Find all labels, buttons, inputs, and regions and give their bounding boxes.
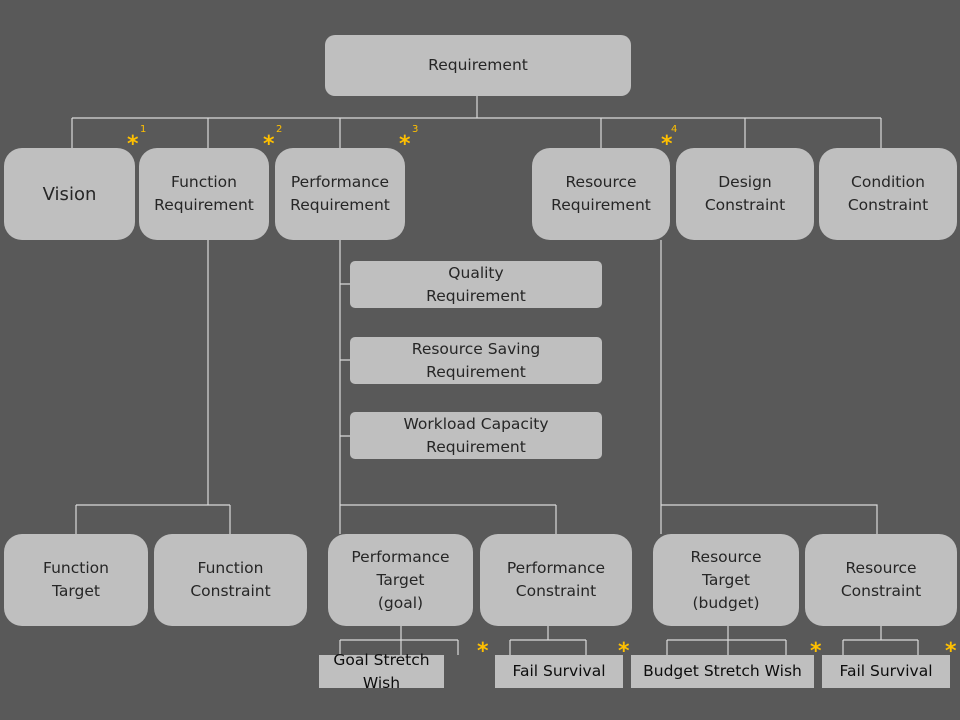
performance-requirement-node: Performance Requirement: [275, 148, 405, 240]
fail-survival-resource-node: Fail Survival: [822, 655, 950, 688]
footnote-2: 2: [276, 124, 283, 135]
condition-constraint-node: Condition Constraint: [819, 148, 957, 240]
resource-saving-requirement-node: Resource Saving Requirement: [350, 337, 602, 384]
footnote-3: 3: [412, 124, 419, 135]
function-target-node: Function Target: [4, 534, 148, 626]
asterisk-marker: *: [263, 132, 275, 157]
fail-survival-performance-node: Fail Survival: [495, 655, 623, 688]
workload-capacity-requirement-node: Workload Capacity Requirement: [350, 412, 602, 459]
resource-requirement-node: Resource Requirement: [532, 148, 670, 240]
asterisk-marker: *: [618, 639, 630, 664]
quality-requirement-node: Quality Requirement: [350, 261, 602, 308]
asterisk-marker: *: [661, 132, 673, 157]
resource-target-node: Resource Target (budget): [653, 534, 799, 626]
function-constraint-node: Function Constraint: [154, 534, 307, 626]
design-constraint-node: Design Constraint: [676, 148, 814, 240]
resource-constraint-node: Resource Constraint: [805, 534, 957, 626]
asterisk-marker: *: [945, 639, 957, 664]
requirement-node: Requirement: [325, 35, 631, 96]
footnote-1: 1: [140, 124, 147, 135]
asterisk-marker: *: [810, 639, 822, 664]
performance-constraint-node: Performance Constraint: [480, 534, 632, 626]
vision-node: Vision: [4, 148, 135, 240]
asterisk-marker: *: [477, 639, 489, 664]
performance-target-node: Performance Target (goal): [328, 534, 473, 626]
goal-stretch-wish-node: Goal Stretch Wish: [319, 651, 444, 692]
budget-stretch-wish-node: Budget Stretch Wish: [631, 655, 814, 688]
asterisk-marker: *: [127, 132, 139, 157]
asterisk-marker: *: [399, 132, 411, 157]
footnote-4: 4: [671, 124, 678, 135]
function-requirement-node: Function Requirement: [139, 148, 269, 240]
